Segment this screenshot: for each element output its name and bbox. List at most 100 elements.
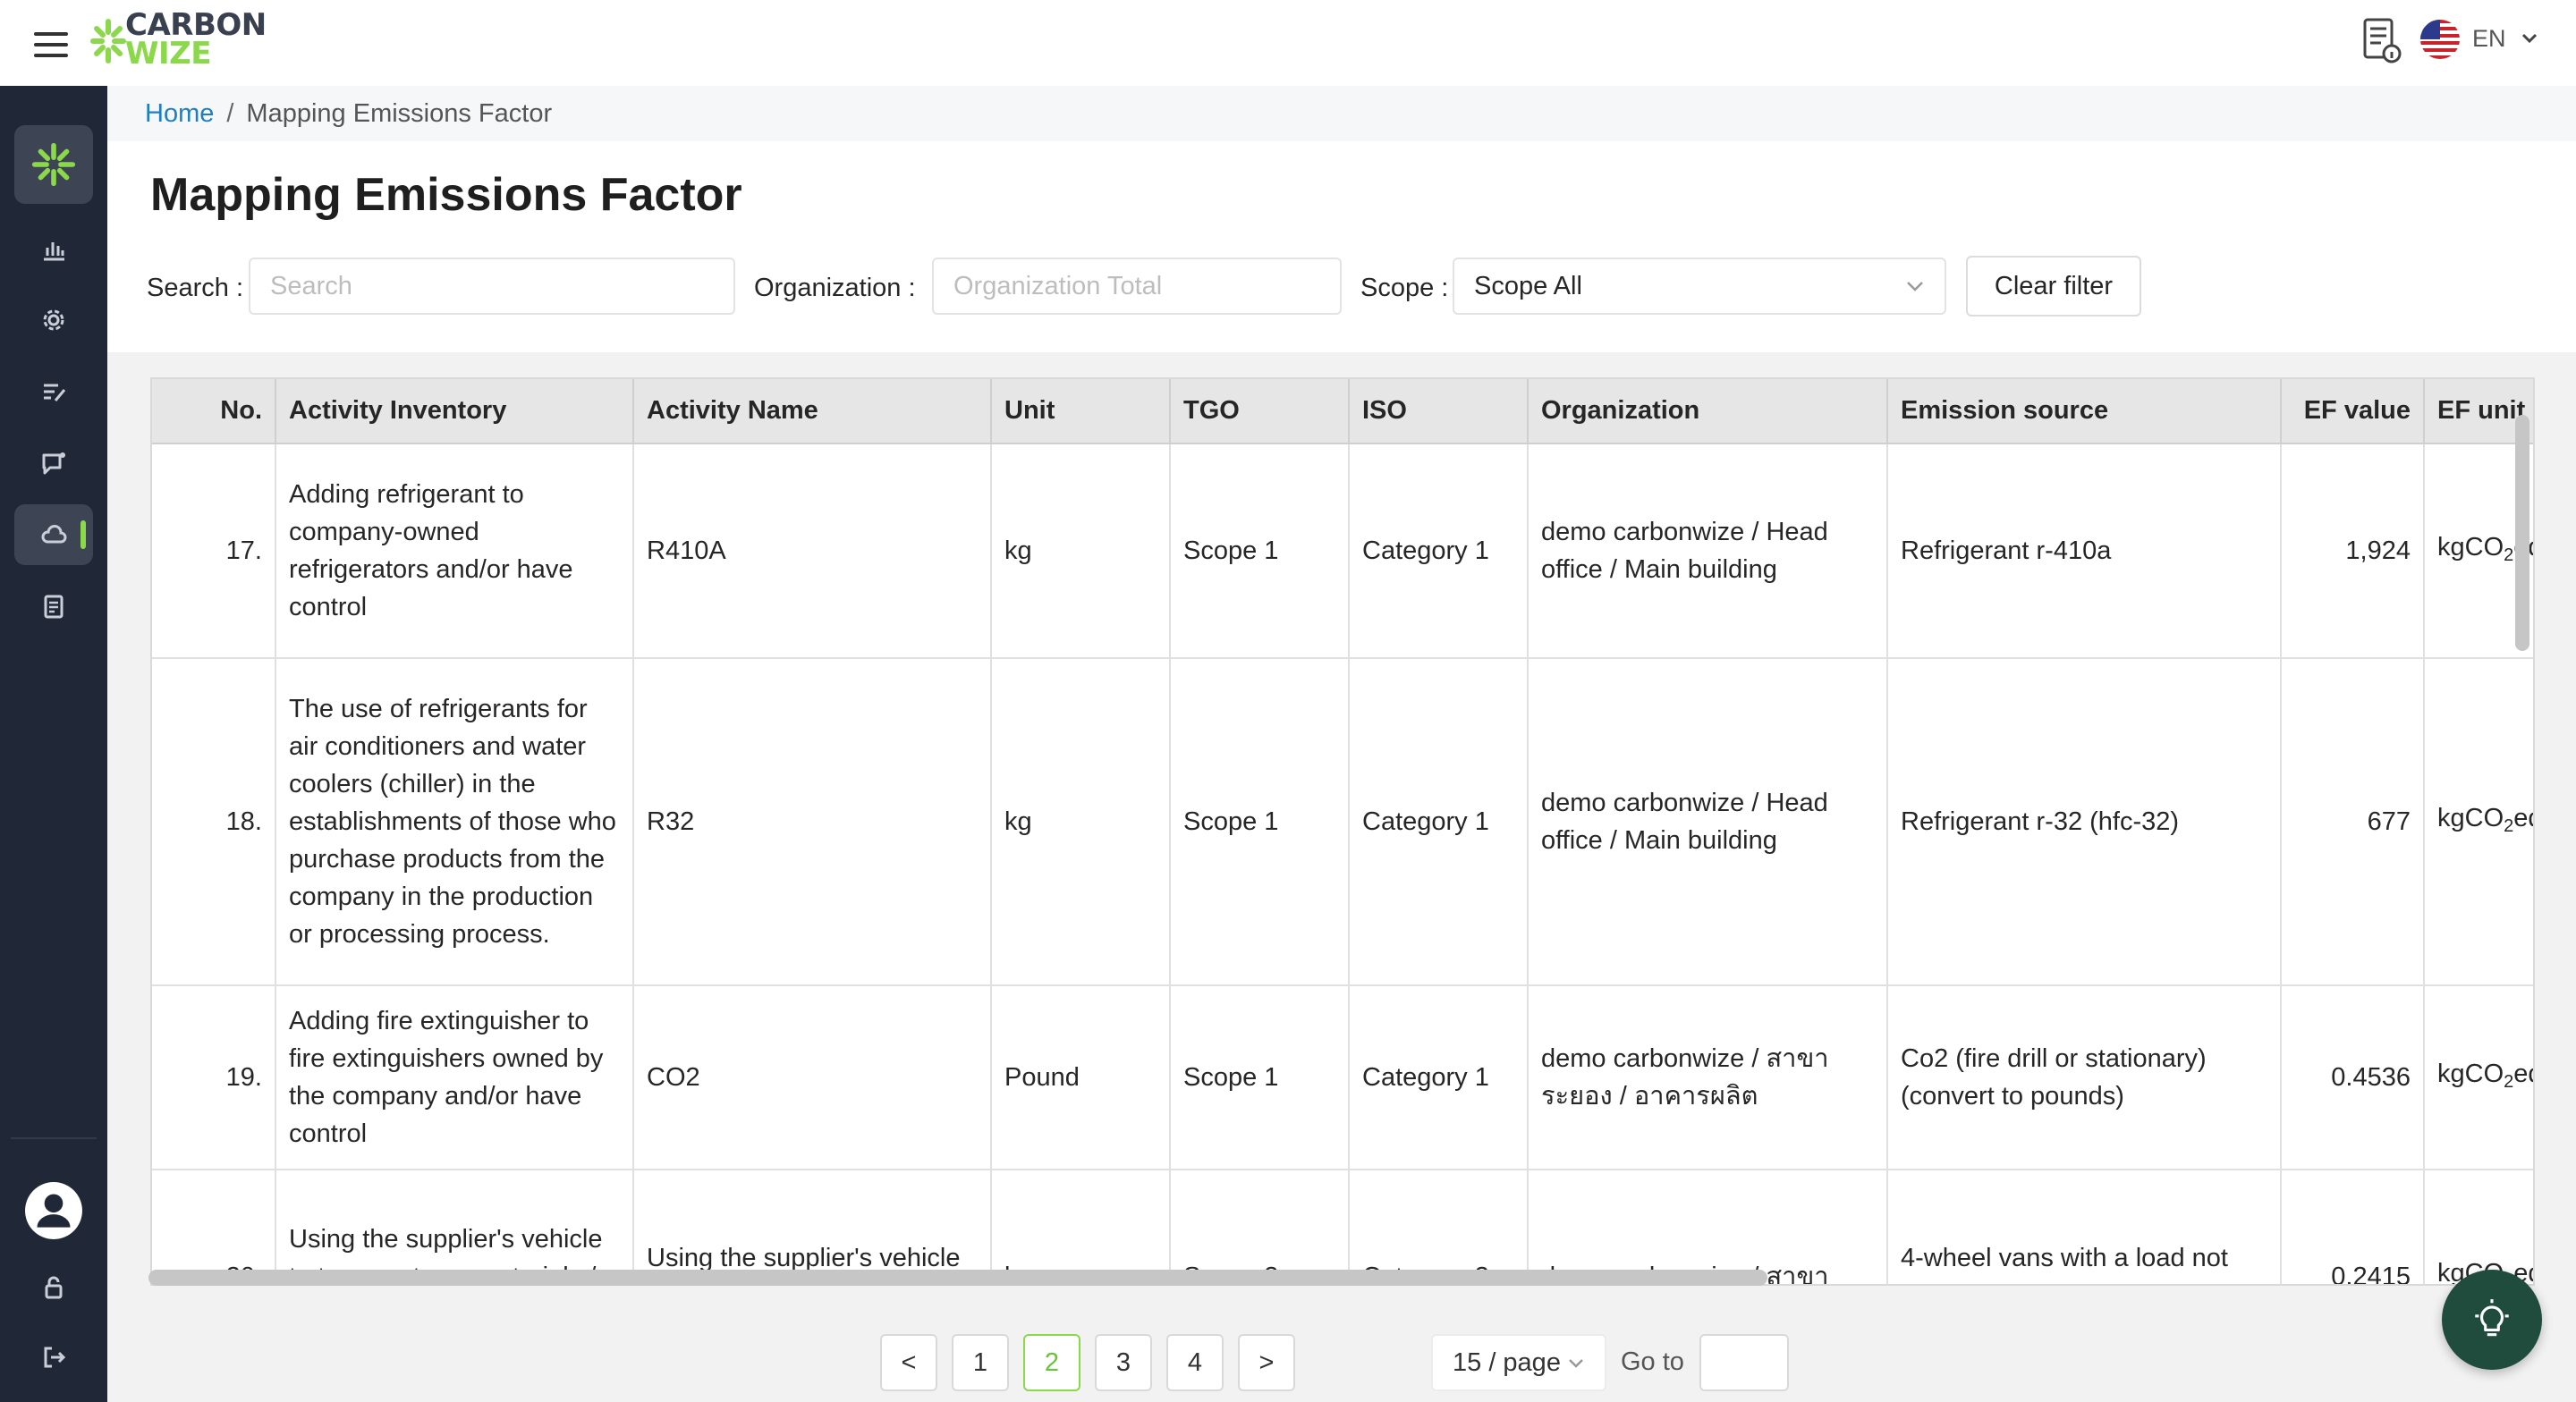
user-manual-icon[interactable] <box>2360 16 2404 64</box>
activity-name-cell: R410A <box>633 443 992 659</box>
sidebar-divider <box>11 1137 97 1139</box>
lightbulb-icon <box>2475 1299 2509 1337</box>
row-number: 17. <box>152 443 276 659</box>
unit-cell: kg <box>991 443 1171 659</box>
filter-panel: Mapping Emissions Factor Search : Search… <box>107 141 2576 352</box>
ef-unit-tail: eq <box>2513 803 2533 832</box>
ef-unit-main: kgCO <box>2437 803 2504 832</box>
column-header-activity-inventory[interactable]: Activity Inventory <box>275 379 634 444</box>
sidebar-item-logout[interactable] <box>14 1327 93 1388</box>
sidebar-item-reports[interactable] <box>14 576 93 637</box>
organization-cell: demo carbonwize / Head office / Main bui… <box>1528 443 1888 659</box>
table-row[interactable]: 17. Adding refrigerant to company-owned … <box>152 443 2533 659</box>
table-header-row: No. Activity Inventory Activity Name Uni… <box>152 379 2533 444</box>
ef-unit-cell: kgCO2eq <box>2424 985 2533 1170</box>
emission-source-cell: 4-wheel vans with a load not exceeding 1… <box>1887 1170 2282 1284</box>
column-header-emission-source[interactable]: Emission source <box>1887 379 2282 444</box>
organization-cell: demo carbonwize / สาขา ระยอง / อาคารผลิต <box>1528 985 1888 1170</box>
hamburger-menu-icon[interactable] <box>34 32 68 57</box>
tgo-cell: Scope 1 <box>1170 658 1350 986</box>
page-size-value: 15 / page <box>1453 1348 1561 1377</box>
us-flag-icon[interactable] <box>2420 20 2460 59</box>
emission-source-cell: Co2 (fire drill or stationary) (convert … <box>1887 985 2282 1170</box>
pagination-page-3[interactable]: 3 <box>1095 1334 1152 1391</box>
pagination-next-button[interactable]: > <box>1238 1334 1295 1391</box>
breadcrumb-home-link[interactable]: Home <box>145 99 214 128</box>
sidebar-item-home[interactable] <box>14 125 93 204</box>
column-header-no[interactable]: No. <box>152 379 276 444</box>
column-header-organization[interactable]: Organization <box>1528 379 1888 444</box>
tgo-cell: Scope 1 <box>1170 985 1350 1170</box>
iso-cell: Category 3 <box>1349 1170 1529 1284</box>
sidebar-item-dashboard[interactable] <box>14 218 93 279</box>
ef-unit-subscript: 2 <box>2504 815 2514 836</box>
sidebar-item-emission-factor[interactable] <box>14 504 93 565</box>
pagination-prev-button[interactable]: < <box>880 1334 937 1391</box>
pagination-page-1[interactable]: 1 <box>952 1334 1009 1391</box>
activity-name-cell: CO2 <box>633 985 992 1170</box>
breadcrumb-current: Mapping Emissions Factor <box>246 99 553 128</box>
table-row[interactable]: 19. Adding fire extinguisher to fire ext… <box>152 985 2533 1170</box>
main-content: Home / Mapping Emissions Factor Mapping Em… <box>107 86 2576 1402</box>
horizontal-scrollbar[interactable] <box>148 1270 1767 1286</box>
iso-cell: Category 1 <box>1349 985 1529 1170</box>
ef-value-cell: 0.2415 <box>2281 1170 2425 1284</box>
ef-value-cell: 0.4536 <box>2281 985 2425 1170</box>
language-label[interactable]: EN <box>2472 25 2506 53</box>
breadcrumb-separator: / <box>226 99 234 128</box>
ef-unit-subscript: 2 <box>2504 1071 2514 1092</box>
emission-factor-table: No. Activity Inventory Activity Name Uni… <box>150 377 2535 1286</box>
activity-inventory-cell: Adding refrigerant to company-owned refr… <box>275 443 634 659</box>
iso-cell: Category 1 <box>1349 658 1529 986</box>
emission-source-cell: Refrigerant r-410a <box>1887 443 2282 659</box>
message-icon <box>42 452 65 475</box>
page-size-select[interactable]: 15 / page <box>1431 1334 1606 1391</box>
cloud-icon <box>41 525 67 544</box>
ef-unit-subscript: 2 <box>2504 545 2514 565</box>
column-header-tgo[interactable]: TGO <box>1170 379 1350 444</box>
chevron-down-icon[interactable] <box>2521 32 2538 45</box>
chevron-down-icon <box>1907 282 1923 291</box>
row-number: 18. <box>152 658 276 986</box>
lock-icon <box>45 1276 63 1299</box>
scope-select[interactable]: Scope All <box>1453 258 1946 315</box>
search-input[interactable]: Search <box>249 258 735 315</box>
organization-label: Organization : <box>754 274 916 302</box>
gear-icon <box>43 309 64 331</box>
chevron-down-icon <box>1569 1359 1583 1368</box>
ef-unit-cell: kgCO2eq <box>2424 658 2533 986</box>
scope-select-value: Scope All <box>1474 272 1582 300</box>
goto-page-input[interactable] <box>1699 1334 1789 1391</box>
activity-inventory-cell: Using the supplier's vehicle to transpor… <box>275 1170 634 1284</box>
page-title: Mapping Emissions Factor <box>150 169 742 221</box>
row-number: 19. <box>152 985 276 1170</box>
ef-unit-cell: kgCO2eq <box>2424 1170 2533 1284</box>
ef-unit-main: kgCO <box>2437 532 2504 562</box>
organization-select[interactable]: Organization Total <box>932 258 1342 315</box>
bar-chart-icon <box>44 242 64 261</box>
goto-label: Go to <box>1621 1347 1684 1376</box>
pagination-page-4[interactable]: 4 <box>1166 1334 1224 1391</box>
edit-list-icon <box>44 384 66 401</box>
tips-button[interactable] <box>2442 1270 2542 1370</box>
sidebar-item-data-entry[interactable] <box>14 361 93 422</box>
row-number: 20. <box>152 1170 276 1284</box>
top-bar: CARBON WIZE EN <box>0 0 2576 86</box>
column-header-iso[interactable]: ISO <box>1349 379 1529 444</box>
sidebar-item-lock[interactable] <box>14 1257 93 1318</box>
clear-filter-button[interactable]: Clear filter <box>1966 256 2141 317</box>
column-header-activity-name[interactable]: Activity Name <box>633 379 992 444</box>
column-header-unit[interactable]: Unit <box>991 379 1171 444</box>
logo-text-wize: WIZE <box>125 36 212 72</box>
table-row[interactable]: 18. The use of refrigerants for air cond… <box>152 658 2533 986</box>
vertical-scrollbar[interactable] <box>2515 415 2529 651</box>
column-header-ef-value[interactable]: EF value <box>2281 379 2425 444</box>
table-row[interactable]: 20. Using the supplier's vehicle to tran… <box>152 1170 2533 1284</box>
sidebar-item-settings[interactable] <box>14 290 93 350</box>
pagination-page-2[interactable]: 2 <box>1023 1334 1080 1391</box>
sidebar-item-profile[interactable] <box>14 1175 93 1246</box>
activity-inventory-cell: The use of refrigerants for air conditio… <box>275 658 634 986</box>
sidebar-item-messages[interactable] <box>14 433 93 494</box>
active-indicator <box>80 520 86 549</box>
ef-unit-tail: eq <box>2513 1059 2533 1088</box>
